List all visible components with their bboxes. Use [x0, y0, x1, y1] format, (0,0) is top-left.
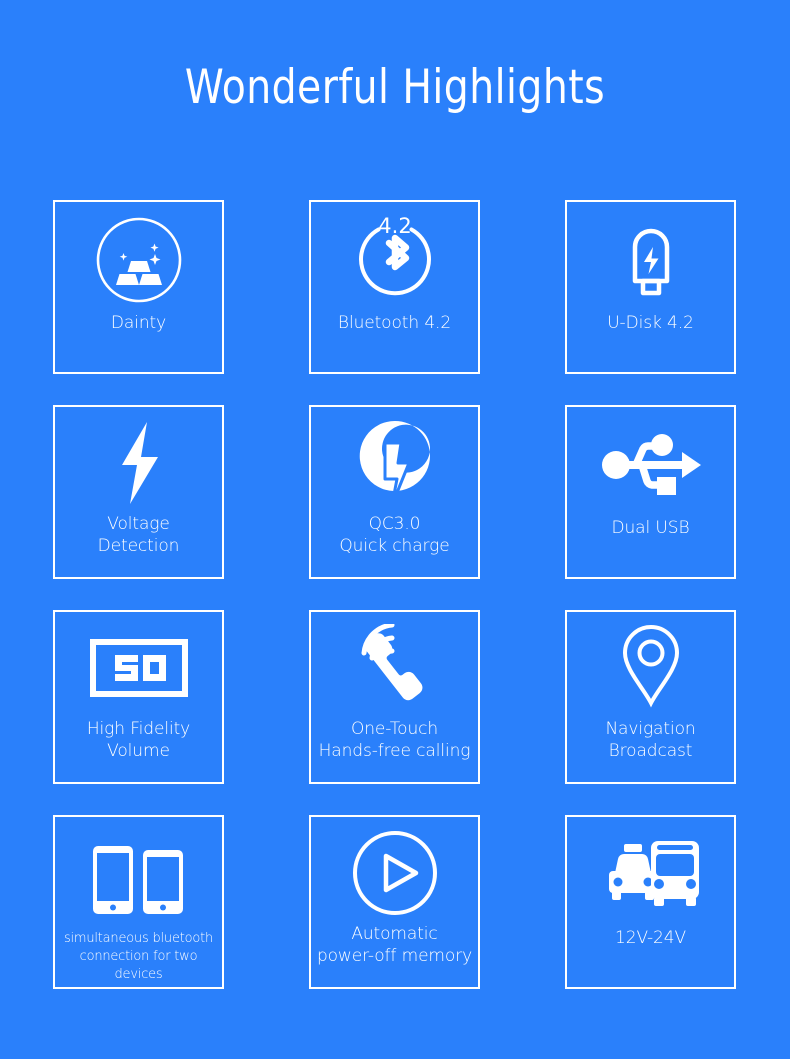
feature-card-bluetooth[interactable]: 4.2 Bluetooth 4.2: [309, 200, 480, 374]
highlights-page: Wonderful Highlights Dainty 4.2 Bluetoot…: [0, 0, 790, 1059]
feature-card-label: Bluetooth 4.2: [337, 313, 452, 333]
lightning-bolt-icon: [55, 413, 222, 513]
feature-card-dual-usb[interactable]: Dual USB: [565, 405, 736, 579]
map-pin-icon: [567, 618, 734, 718]
play-button-circle-icon: [311, 823, 478, 923]
feature-grid: Dainty 4.2 Bluetooth 4.2 U-Disk 4.2 Volt…: [53, 200, 737, 989]
usb-trident-icon: [567, 413, 734, 517]
bluetooth-version-text: 4.2: [378, 214, 411, 238]
bluetooth-4-2-icon: 4.2: [311, 208, 478, 312]
feature-card-label: Navigation Broadcast: [605, 719, 696, 761]
taxi-and-bus-icon: [567, 823, 734, 927]
feature-card-high-fidelity-volume[interactable]: High Fidelity Volume: [53, 610, 224, 784]
feature-card-label: High Fidelity Volume: [86, 719, 191, 761]
feature-card-navigation-broadcast[interactable]: Navigation Broadcast: [565, 610, 736, 784]
feature-card-label: Voltage Detection: [97, 514, 180, 556]
feature-card-voltage-range[interactable]: 12V-24V: [565, 815, 736, 989]
feature-card-label: One-Touch Hands-free calling: [318, 719, 471, 761]
feature-card-dainty[interactable]: Dainty: [53, 200, 224, 374]
feature-card-hands-free-calling[interactable]: One-Touch Hands-free calling: [309, 610, 480, 784]
feature-card-label: QC3.0 Quick charge: [339, 514, 450, 556]
feature-card-label: Dainty: [110, 313, 167, 333]
phone-handset-waves-icon: [311, 618, 478, 718]
feature-card-power-off-memory[interactable]: Automatic power-off memory: [309, 815, 480, 989]
feature-card-u-disk[interactable]: U-Disk 4.2: [565, 200, 736, 374]
feature-card-label: 12V-24V: [615, 928, 686, 948]
volume-display-icon: [55, 618, 222, 718]
feature-card-label: U-Disk 4.2: [607, 313, 694, 333]
feature-card-two-devices[interactable]: simultaneous bluetooth connection for tw…: [53, 815, 224, 989]
feature-card-voltage-detection[interactable]: Voltage Detection: [53, 405, 224, 579]
quick-charge-icon: [311, 413, 478, 513]
feature-card-label: simultaneous bluetooth connection for tw…: [63, 930, 214, 982]
page-title: Wonderful Highlights: [184, 60, 606, 115]
feature-card-quick-charge[interactable]: QC3.0 Quick charge: [309, 405, 480, 579]
usb-flash-drive-icon: [567, 208, 734, 312]
two-phones-icon: [55, 829, 222, 929]
feature-card-label: Dual USB: [611, 518, 690, 538]
gold-bars-in-circle-icon: [55, 208, 222, 312]
feature-card-label: Automatic power-off memory: [316, 924, 473, 966]
